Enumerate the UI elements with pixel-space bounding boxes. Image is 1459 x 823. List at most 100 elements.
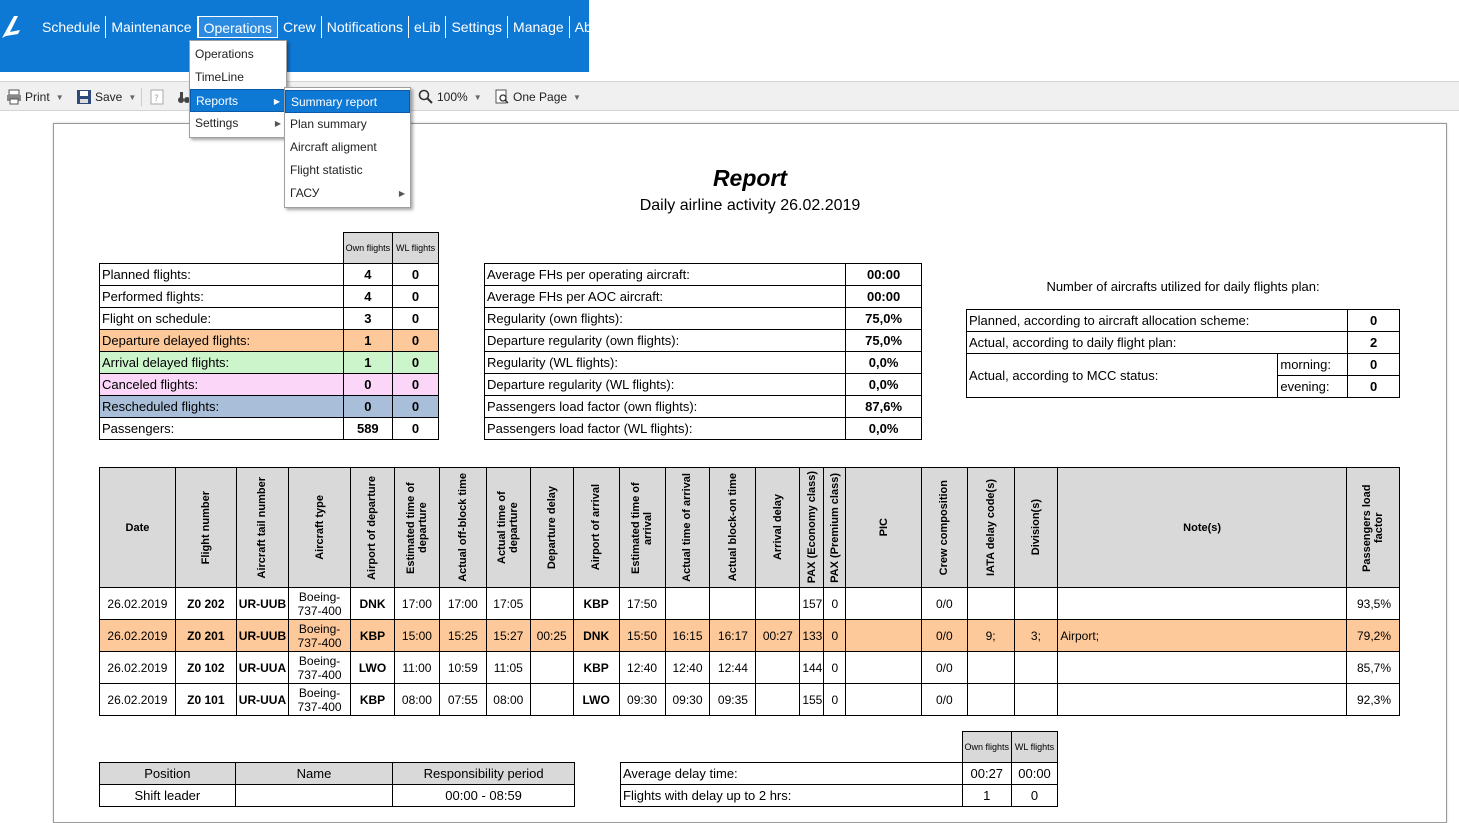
summary-own-value: 589 [342, 417, 394, 440]
column-header-label: Actual off-block time [456, 473, 469, 582]
flight-cell: Boeing-737-400 [288, 587, 352, 620]
column-header-label: Estimated time of arrival [630, 481, 655, 574]
nav-item-elib[interactable]: eLib [409, 16, 447, 38]
zoom-selector[interactable]: 100% ▼ [418, 88, 482, 106]
flight-cell: Boeing-737-400 [288, 619, 352, 652]
menu-item-summary-report[interactable]: Summary report [285, 90, 410, 113]
actual-aircraft-value: 2 [1347, 331, 1400, 354]
flight-cell: 16:17 [709, 619, 757, 652]
chevron-down-icon: ▼ [573, 92, 581, 102]
flight-cell: 0/0 [920, 651, 968, 684]
flight-cell: 0/0 [920, 683, 968, 716]
menu-item-flight-statistic[interactable]: Flight statistic [285, 159, 410, 182]
flight-column-header: Flight number [174, 467, 237, 588]
flight-cell: 15:25 [438, 619, 487, 652]
summary-own-value: 1 [342, 329, 394, 352]
menu-item-aircraft-alignment-label: Aircraft aligment [290, 140, 377, 154]
summary-row: Planned flights: 4 0 [99, 263, 439, 286]
chevron-down-icon: ▼ [55, 92, 64, 102]
regularity-metrics-table: Average FHs per operating aircraft: 00:00… [483, 263, 922, 440]
average-delay-wl: 00:00 [1011, 762, 1058, 785]
nav-item-maintenance[interactable]: Maintenance [106, 16, 198, 38]
flight-cell: KBP [350, 683, 395, 716]
flight-cell [755, 651, 801, 684]
delays-table: Own flights WL flights Average delay tim… [620, 731, 1058, 807]
menu-item-summary-report-label: Summary report [291, 95, 378, 109]
column-header-label: Actual time of departure [496, 491, 521, 564]
column-header-label: Departure delay [545, 485, 558, 570]
metric-label: Regularity (WL flights): [483, 351, 847, 374]
flight-cell: 12:44 [709, 651, 757, 684]
page-icon: ? [150, 89, 164, 105]
flight-column-header: Airport of arrival [572, 467, 620, 588]
flight-column-header: Arrival delay [755, 467, 801, 588]
menu-item-aircraft-alignment[interactable]: Aircraft aligment [285, 136, 410, 159]
wl-flights-header: WL flights [392, 232, 439, 264]
flight-cell [1057, 683, 1347, 716]
flight-column-header: Aircraft type [288, 467, 352, 588]
flight-cell: 07:55 [438, 683, 487, 716]
nav-item-manage[interactable]: Manage [508, 16, 570, 38]
delay-2hrs-own: 1 [961, 784, 1013, 807]
main-menu: Schedule Maintenance Operations Crew Notific… [37, 15, 616, 39]
flight-cell [755, 587, 801, 620]
menu-item-operations[interactable]: Operations [190, 43, 286, 66]
morning-label: morning: [1277, 353, 1349, 376]
column-header-label: PAX (Premium class) [828, 472, 841, 583]
page-setup-button[interactable]: ? [150, 88, 164, 106]
menu-item-reports[interactable]: Reports ▶ [190, 89, 286, 112]
average-delay-own: 00:27 [961, 762, 1013, 785]
report-title: Report [712, 165, 788, 191]
summary-own-value: 4 [342, 285, 394, 308]
flight-column-header: Note(s) [1057, 467, 1347, 588]
flight-column-header: Actual block-on time [709, 467, 757, 588]
flight-cell: 93,5% [1345, 587, 1401, 620]
operations-dropdown-menu: Operations TimeLine Reports ▶ Settings ▶ [189, 40, 287, 138]
menu-item-timeline[interactable]: TimeLine [190, 66, 286, 89]
column-header-label: PIC [877, 518, 890, 537]
nav-item-notifications[interactable]: Notifications [322, 16, 409, 38]
flight-cell [845, 619, 922, 652]
save-label: Save [95, 90, 123, 104]
save-button[interactable]: Save ▼ [76, 88, 136, 106]
nav-item-schedule[interactable]: Schedule [37, 16, 107, 38]
page-zoom-icon [495, 89, 509, 104]
flight-cell: 92,3% [1345, 683, 1401, 716]
menu-item-gasu[interactable]: ГАСУ ▶ [285, 182, 410, 205]
nav-item-settings[interactable]: Settings [446, 16, 509, 38]
flight-cell: Boeing-737-400 [288, 683, 352, 716]
metric-label: Departure regularity (own flights): [483, 329, 847, 352]
flight-cell: 11:00 [393, 651, 440, 684]
page-mode-selector[interactable]: One Page ▼ [494, 88, 581, 106]
metric-row: Passengers load factor (own flights): 87,… [483, 395, 922, 418]
flight-cell [529, 651, 574, 684]
summary-row: Departure delayed flights: 1 0 [99, 329, 439, 352]
print-button[interactable]: Print ▼ [6, 88, 64, 106]
summary-label: Planned flights: [99, 263, 344, 286]
flight-column-header: IATA delay code(s) [966, 467, 1015, 588]
flight-cell: 17:00 [438, 587, 487, 620]
metric-label: Regularity (own flights): [483, 307, 847, 330]
metric-value: 87,6% [845, 395, 922, 418]
column-header-label: Crew composition [938, 479, 951, 576]
airline-logo-icon[interactable] [0, 12, 24, 42]
flight-cell [845, 651, 922, 684]
flight-cell: Airport; [1057, 619, 1347, 652]
own-flights-header: Own flights [342, 232, 394, 264]
metric-label: Departure regularity (WL flights): [483, 373, 847, 396]
flight-cell: 09:30 [664, 683, 711, 716]
flight-cell: UR-UUB [235, 619, 290, 652]
flight-cell [966, 651, 1015, 684]
menu-item-settings[interactable]: Settings ▶ [190, 112, 286, 135]
nav-item-operations[interactable]: Operations [197, 16, 279, 38]
flight-cell [966, 683, 1015, 716]
metric-value: 75,0% [845, 307, 922, 330]
nav-item-crew[interactable]: Crew [278, 16, 322, 38]
nav-item-about[interactable]: About [570, 16, 617, 38]
menu-item-plan-summary[interactable]: Plan summary [285, 113, 410, 136]
svg-text:?: ? [154, 94, 159, 104]
flight-cell: 9; [966, 619, 1015, 652]
flight-cell [845, 587, 922, 620]
metric-row: Average FHs per AOC aircraft: 00:00 [483, 285, 922, 308]
flight-cell: 15:27 [485, 619, 531, 652]
